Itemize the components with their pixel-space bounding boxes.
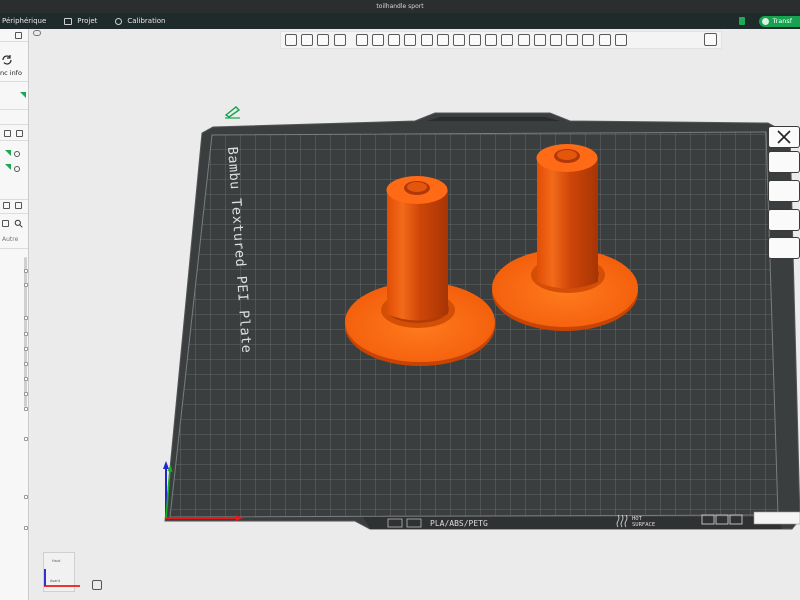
param-checkbox[interactable]	[24, 269, 28, 273]
window-title: toilhandle sport	[376, 3, 424, 10]
title-bar: toilhandle sport	[0, 0, 800, 13]
param-checkbox[interactable]	[24, 316, 28, 320]
menu-calibration-label: Calibration	[127, 17, 166, 25]
menu-device-label: Périphérique	[2, 17, 47, 25]
menu-project[interactable]: Projet	[64, 17, 97, 25]
filament-flag-icon	[20, 92, 26, 98]
filament-edit-icon[interactable]	[4, 130, 11, 137]
search-icon[interactable]	[14, 219, 23, 228]
param-checkbox[interactable]	[24, 437, 28, 441]
plate-icon[interactable]	[768, 151, 800, 173]
pencil-edit-icon[interactable]	[223, 105, 243, 119]
divider	[0, 213, 28, 214]
menu-device[interactable]: Périphérique	[2, 17, 46, 25]
param-checkbox[interactable]	[24, 362, 28, 366]
left-settings-panel: nc info Autre	[0, 29, 29, 600]
sync-info-label: nc info	[0, 69, 22, 77]
filament-settings-icon[interactable]	[16, 130, 23, 137]
menu-calibration[interactable]: Calibration	[115, 17, 166, 25]
copy-icon[interactable]	[2, 220, 9, 227]
menu-project-label: Projet	[77, 17, 98, 25]
bambu-studio-window: toilhandle sport Périphérique Projet Cal…	[0, 0, 800, 600]
param-checkbox[interactable]	[24, 332, 28, 336]
transfer-label: Transf	[772, 17, 792, 25]
divider	[0, 199, 28, 200]
divider	[0, 140, 28, 141]
param-checkbox[interactable]	[24, 526, 28, 530]
sync-icon[interactable]	[0, 53, 14, 67]
settings-icon[interactable]	[15, 32, 22, 39]
transfer-button[interactable]: Transf	[758, 15, 800, 27]
settings-plate-icon[interactable]	[768, 237, 800, 259]
menu-right-area: Transf	[738, 13, 800, 29]
param-checkbox[interactable]	[24, 283, 28, 287]
list-view-icon[interactable]	[3, 202, 10, 209]
param-checkbox[interactable]	[24, 392, 28, 396]
plate-material-text: PLA/ABS/PETG	[430, 519, 488, 528]
view-cube-x-axis	[44, 585, 80, 587]
project-icon	[64, 17, 73, 25]
view-cube-top[interactable]: Haut	[52, 559, 60, 563]
divider	[0, 124, 28, 125]
calibration-icon	[115, 17, 123, 25]
close-view-icon[interactable]	[768, 126, 800, 148]
filament-2-remove-icon[interactable]	[14, 166, 20, 172]
filament-2-flag-icon	[5, 164, 11, 170]
arrange-plate-icon[interactable]	[768, 180, 800, 202]
view-cube-front[interactable]: Avant	[50, 579, 60, 583]
plate-surface-text: SURFACE	[632, 522, 655, 528]
divider	[0, 81, 28, 82]
percent-icon[interactable]	[15, 202, 22, 209]
filament-1-flag-icon	[5, 150, 11, 156]
lock-plate-icon[interactable]	[768, 209, 800, 231]
view-cube-z-axis	[44, 569, 46, 586]
3d-viewport[interactable]: Bambu Textured PEI Plate PLA/ABS/PETG HO…	[30, 29, 800, 600]
divider	[0, 248, 28, 249]
filament-1-remove-icon[interactable]	[14, 151, 20, 157]
param-checkbox[interactable]	[24, 407, 28, 411]
param-checkbox[interactable]	[24, 377, 28, 381]
divider	[0, 41, 28, 42]
param-checkbox[interactable]	[24, 347, 28, 351]
divider	[0, 109, 28, 110]
menu-bar: Périphérique Projet Calibration Transf	[0, 13, 800, 29]
zoom-fit-icon[interactable]	[92, 580, 102, 590]
param-checkbox[interactable]	[24, 495, 28, 499]
other-tab-label[interactable]: Autre	[2, 236, 18, 243]
build-scene: Bambu Textured PEI Plate PLA/ABS/PETG HO…	[163, 112, 800, 530]
slice-status-icon[interactable]	[738, 17, 745, 25]
